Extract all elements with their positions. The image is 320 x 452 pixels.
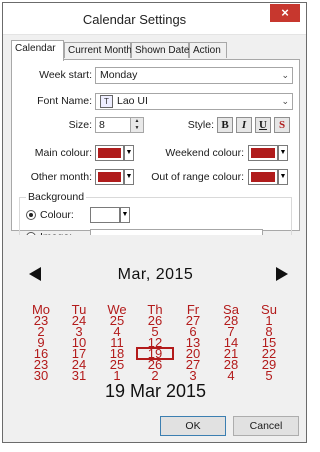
chevron-down-icon: ⌄ [281, 96, 289, 106]
dialog-button-bar: OK Cancel [3, 407, 306, 442]
strikeout-button[interactable]: S [274, 117, 290, 133]
background-colour-swatch [93, 210, 117, 220]
today-label: 19 Mar 2015 [104, 381, 207, 401]
weekend-colour-swatch [251, 148, 275, 158]
dropdown-arrow-icon[interactable]: ▼ [120, 207, 130, 223]
other-month-colour-picker[interactable]: ▼ [95, 169, 134, 185]
weekend-colour-label: Weekend colour: [165, 147, 244, 159]
settings-panel: Calendar Current Month Shown Date Action… [11, 40, 300, 249]
tab-action[interactable]: Action [189, 42, 227, 58]
week-start-select[interactable]: Monday ⌄ [95, 67, 293, 84]
calendar-day[interactable]: 30 [23, 369, 59, 382]
calendar-preview: Mar, 2015 Mo Tu We Th Fr Sa Su 23 24 25 26 27 28 1 2 3 4… [11, 235, 300, 404]
font-name-value: Lao UI [117, 95, 148, 107]
other-month-colour-swatch [98, 172, 121, 182]
week-start-value: Monday [100, 69, 138, 81]
background-group-title: Background [26, 191, 87, 203]
close-button[interactable]: × [270, 4, 300, 22]
week-start-label: Week start: [39, 69, 92, 81]
underline-button[interactable]: U [255, 117, 271, 133]
next-month-arrow-icon[interactable] [276, 267, 288, 281]
background-colour-picker[interactable]: ▼ [90, 207, 130, 223]
main-colour-swatch [98, 148, 121, 158]
other-month-label: Other month: [30, 171, 92, 183]
ok-button[interactable]: OK [160, 416, 226, 436]
size-spinner[interactable]: 8 ▲ ▼ [95, 117, 144, 133]
out-of-range-colour-label: Out of range colour: [151, 171, 244, 183]
calendar-day[interactable]: 5 [251, 369, 287, 382]
dropdown-arrow-icon[interactable]: ▼ [278, 169, 288, 185]
calendar-day[interactable]: 1 [99, 369, 135, 382]
calendar-tab-content: Week start: Monday ⌄ Font Name: T Lao UI … [11, 59, 300, 249]
style-label: Style: [187, 119, 214, 131]
dropdown-arrow-icon[interactable]: ▼ [278, 145, 288, 161]
month-title: Mar, 2015 [117, 266, 194, 283]
truetype-font-icon: T [100, 94, 113, 108]
font-name-label: Font Name: [37, 95, 92, 107]
colour-radio[interactable] [26, 210, 36, 220]
dropdown-arrow-icon[interactable]: ▼ [124, 169, 134, 185]
calendar-day[interactable]: 4 [213, 369, 249, 382]
weekend-colour-picker[interactable]: ▼ [248, 145, 288, 161]
calendar-day[interactable]: 2 [137, 369, 173, 382]
bold-button[interactable]: B [217, 117, 233, 133]
tab-current-month[interactable]: Current Month [64, 42, 132, 58]
tab-shown-date[interactable]: Shown Date [131, 42, 189, 58]
chevron-down-icon: ⌄ [281, 70, 289, 80]
italic-button[interactable]: I [236, 117, 252, 133]
size-label: Size: [68, 119, 92, 131]
calendar-day[interactable]: 31 [61, 369, 97, 382]
size-value: 8 [99, 119, 105, 131]
colour-radio-label: Colour: [40, 209, 74, 221]
spin-buttons-icon[interactable]: ▲ ▼ [130, 118, 143, 132]
main-colour-label: Main colour: [34, 147, 92, 159]
calendar-settings-window: Calendar Settings × Calendar Current Mon… [2, 2, 307, 443]
out-of-range-colour-picker[interactable]: ▼ [248, 169, 288, 185]
main-colour-picker[interactable]: ▼ [95, 145, 134, 161]
out-of-range-colour-swatch [251, 172, 275, 182]
font-name-select[interactable]: T Lao UI ⌄ [95, 93, 293, 110]
dropdown-arrow-icon[interactable]: ▼ [124, 145, 134, 161]
calendar-day[interactable]: 3 [175, 369, 211, 382]
title-bar: Calendar Settings × [3, 3, 306, 35]
window-title: Calendar Settings [82, 12, 187, 27]
tab-calendar[interactable]: Calendar [11, 40, 64, 61]
cancel-button[interactable]: Cancel [233, 416, 299, 436]
